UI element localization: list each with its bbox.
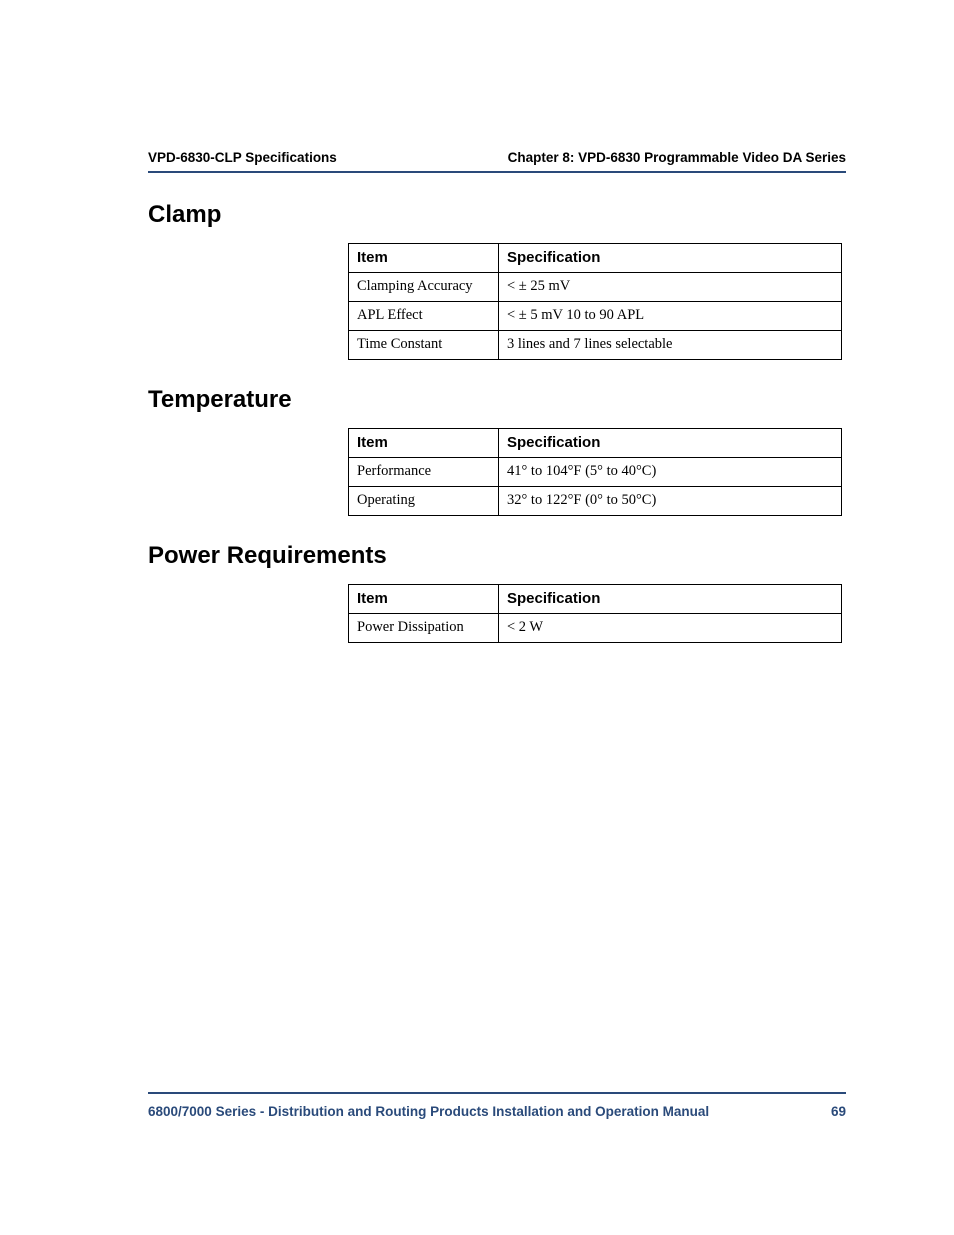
section-clamp: Clamp Item Specification Clamping Accura… (148, 201, 846, 360)
spec-table-clamp: Item Specification Clamping Accuracy < ±… (348, 243, 842, 360)
cell-spec: 3 lines and 7 lines selectable (499, 331, 842, 360)
col-header-spec: Specification (499, 244, 842, 273)
header-left: VPD-6830-CLP Specifications (148, 150, 337, 165)
cell-spec: 32° to 122°F (0° to 50°C) (499, 487, 842, 516)
cell-item: Performance (349, 458, 499, 487)
cell-spec: < ± 25 mV (499, 273, 842, 302)
table-header-row: Item Specification (349, 585, 842, 614)
header-right: Chapter 8: VPD-6830 Programmable Video D… (508, 150, 846, 165)
cell-item: Clamping Accuracy (349, 273, 499, 302)
section-title: Temperature (148, 386, 846, 414)
cell-spec: 41° to 104°F (5° to 40°C) (499, 458, 842, 487)
cell-spec: < ± 5 mV 10 to 90 APL (499, 302, 842, 331)
table-row: Operating 32° to 122°F (0° to 50°C) (349, 487, 842, 516)
cell-spec: < 2 W (499, 614, 842, 643)
section-title: Power Requirements (148, 542, 846, 570)
col-header-spec: Specification (499, 429, 842, 458)
table-row: APL Effect < ± 5 mV 10 to 90 APL (349, 302, 842, 331)
table-row: Time Constant 3 lines and 7 lines select… (349, 331, 842, 360)
cell-item: Power Dissipation (349, 614, 499, 643)
footer-page-number: 69 (831, 1104, 846, 1119)
cell-item: Operating (349, 487, 499, 516)
col-header-item: Item (349, 429, 499, 458)
section-temperature: Temperature Item Specification Performan… (148, 386, 846, 516)
table-header-row: Item Specification (349, 244, 842, 273)
col-header-item: Item (349, 244, 499, 273)
table-row: Performance 41° to 104°F (5° to 40°C) (349, 458, 842, 487)
col-header-item: Item (349, 585, 499, 614)
spec-table-power: Item Specification Power Dissipation < 2… (348, 584, 842, 643)
running-header: VPD-6830-CLP Specifications Chapter 8: V… (148, 150, 846, 173)
footer-title: 6800/7000 Series - Distribution and Rout… (148, 1104, 709, 1119)
cell-item: Time Constant (349, 331, 499, 360)
section-title: Clamp (148, 201, 846, 229)
spec-table-temperature: Item Specification Performance 41° to 10… (348, 428, 842, 516)
cell-item: APL Effect (349, 302, 499, 331)
col-header-spec: Specification (499, 585, 842, 614)
running-footer: 6800/7000 Series - Distribution and Rout… (148, 1092, 846, 1119)
section-power-requirements: Power Requirements Item Specification Po… (148, 542, 846, 643)
table-row: Power Dissipation < 2 W (349, 614, 842, 643)
table-header-row: Item Specification (349, 429, 842, 458)
table-row: Clamping Accuracy < ± 25 mV (349, 273, 842, 302)
